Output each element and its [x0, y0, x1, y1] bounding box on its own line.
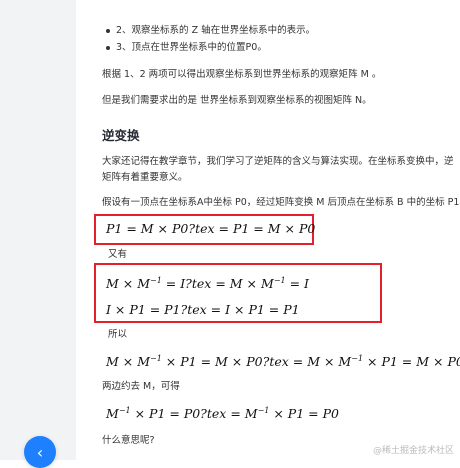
list-item: 2、观察坐标系的 Z 轴在世界坐标系中的表示。 — [116, 25, 316, 36]
formula: I × P1 = P1?tex = I × P1 = P1 — [106, 302, 300, 317]
section-heading: 逆变换 — [102, 128, 140, 143]
back-button[interactable]: ‹ — [24, 436, 56, 468]
paragraph: 假设有一顶点在坐标系A中坐标 P0，经过矩阵变换 M 后顶点在坐标系 B 中的坐… — [102, 197, 460, 208]
formula: P1 = M × P0?tex = P1 = M × P0 — [106, 221, 316, 236]
article-body: 2、观察坐标系的 Z 轴在世界坐标系中的表示。 3、顶点在世界坐标系中的位置P0… — [86, 0, 460, 460]
formula: M × M−1 × P1 = M × P0?tex = M × M−1 × P1… — [106, 354, 460, 369]
paragraph: 所以 — [108, 329, 128, 340]
list-item: 3、顶点在世界坐标系中的位置P0。 — [116, 42, 267, 53]
list-bullet — [106, 29, 110, 33]
paragraph: 什么意思呢? — [102, 435, 155, 446]
paragraph: 两边约去 M，可得 — [102, 381, 180, 392]
formula: M−1 × P1 = P0?tex = M−1 × P1 = P0 — [106, 406, 339, 421]
paragraph: 但是我们需要求出的是 世界坐标系到观察坐标系的视图矩阵 N。 — [102, 95, 372, 106]
left-sidebar: ‹ — [0, 0, 76, 468]
paragraph: 大家还记得在教学章节，我们学习了逆矩阵的含义与算法实现。在坐标系变换中，逆矩阵有… — [102, 156, 454, 183]
chevron-left-icon: ‹ — [36, 442, 44, 462]
paragraph: 又有 — [108, 249, 128, 260]
list-bullet — [106, 46, 110, 50]
formula: M × M−1 = I?tex = M × M−1 = I — [106, 276, 309, 291]
watermark: @稀土掘金技术社区 — [372, 446, 454, 456]
paragraph: 根据 1、2 两项可以得出观察坐标系到世界坐标系的观察矩阵 M 。 — [102, 69, 382, 80]
